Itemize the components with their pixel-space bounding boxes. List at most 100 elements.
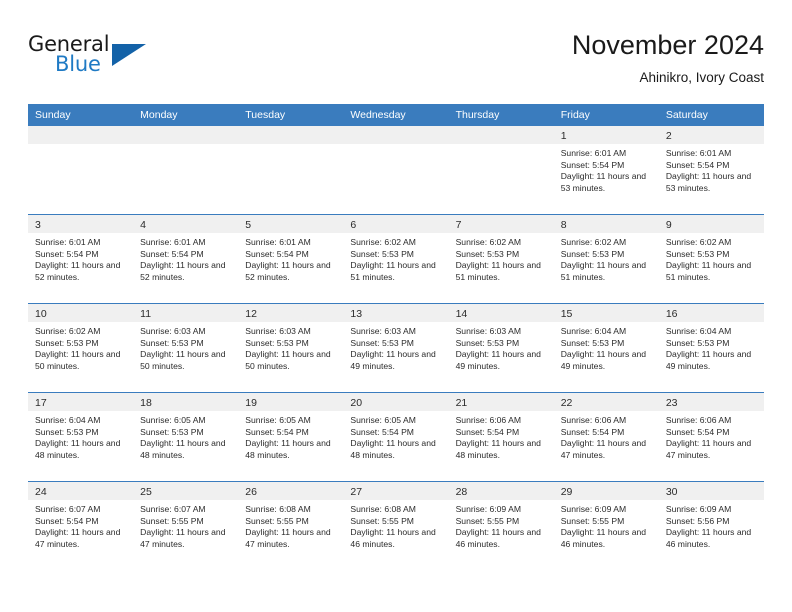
day-number-band: 10: [28, 304, 134, 322]
day-details: Sunrise: 6:05 AM Sunset: 5:54 PM Daylight:…: [343, 411, 448, 461]
general-blue-logo[interactable]: General Blue: [28, 32, 158, 84]
sunrise-text: Sunrise: 6:02 AM: [560, 237, 627, 247]
sunrise-text: Sunrise: 6:04 AM: [35, 415, 101, 425]
daylight-text: Daylight: 11 hours and 51 minutes.: [665, 260, 752, 282]
calendar-day-cell[interactable]: 20 Sunrise: 6:05 AM Sunset: 5:54 PM Dayligh…: [343, 393, 449, 481]
weekday-header-thursday: Thursday: [455, 109, 500, 121]
calendar-day-cell[interactable]: 22 Sunrise: 6:06 AM Sunset: 5:54 PM Dayligh…: [553, 393, 659, 481]
calendar-day-cell[interactable]: 4 Sunrise: 6:01 AM Sunset: 5:54 PM Daylight…: [133, 215, 239, 303]
sunset-text: Sunset: 5:53 PM: [455, 337, 520, 348]
day-number-band: 23: [658, 393, 764, 411]
calendar-day-cell[interactable]: 17 Sunrise: 6:04 AM Sunset: 5:53 PM Dayligh…: [28, 393, 134, 481]
daylight-text: Daylight: 11 hours and 46 minutes.: [350, 527, 436, 549]
calendar-day-cell[interactable]: 8 Sunrise: 6:02 AM Sunset: 5:53 PM Daylight…: [553, 215, 659, 303]
day-number-band: 8: [553, 215, 659, 233]
calendar-day-cell[interactable]: 27 Sunrise: 6:08 AM Sunset: 5:55 PM Dayligh…: [343, 482, 449, 570]
daylight-text: Daylight: 11 hours and 50 minutes.: [35, 349, 121, 371]
day-details: Sunrise: 6:09 AM Sunset: 5:55 PM Daylight:…: [449, 500, 554, 550]
calendar-day-cell[interactable]: 18 Sunrise: 6:05 AM Sunset: 5:53 PM Dayligh…: [133, 393, 239, 481]
sunset-text: Sunset: 5:55 PM: [140, 515, 204, 526]
calendar-day-cell[interactable]: 11 Sunrise: 6:03 AM Sunset: 5:53 PM Dayligh…: [133, 304, 239, 392]
title-block: November 2024 Ahinikro, Ivory Coast: [572, 28, 764, 88]
calendar-day-cell[interactable]: 25 Sunrise: 6:07 AM Sunset: 5:55 PM Dayligh…: [133, 482, 239, 570]
calendar-day-cell[interactable]: 21 Sunrise: 6:06 AM Sunset: 5:54 PM Dayligh…: [448, 393, 554, 481]
daylight-text: Daylight: 11 hours and 47 minutes.: [35, 527, 121, 549]
calendar-day-cell[interactable]: 29 Sunrise: 6:09 AM Sunset: 5:55 PM Dayligh…: [553, 482, 659, 570]
sunset-text: Sunset: 5:56 PM: [665, 515, 730, 526]
day-number-band: 13: [343, 304, 449, 322]
calendar-day-cell[interactable]: 7 Sunrise: 6:02 AM Sunset: 5:53 PM Daylight…: [448, 215, 554, 303]
day-details: Sunrise: 6:02 AM Sunset: 5:53 PM Daylight:…: [28, 322, 133, 372]
daylight-text: Daylight: 11 hours and 47 minutes.: [245, 527, 331, 549]
calendar-day-cell[interactable]: 24 Sunrise: 6:07 AM Sunset: 5:54 PM Dayligh…: [28, 482, 134, 570]
day-number-band: 3: [28, 215, 134, 233]
daylight-text: Daylight: 11 hours and 50 minutes.: [140, 349, 226, 371]
sunrise-text: Sunrise: 6:01 AM: [35, 237, 101, 247]
calendar-grid: Sunday Monday Tuesday Wednesday Thursday Frid…: [28, 104, 764, 570]
day-number: 20: [350, 397, 363, 409]
sunrise-text: Sunrise: 6:04 AM: [665, 326, 732, 336]
day-number-band: 18: [133, 393, 239, 411]
calendar-day-cell[interactable]: 3 Sunrise: 6:01 AM Sunset: 5:54 PM Daylight…: [28, 215, 134, 303]
day-details: Sunrise: 6:04 AM Sunset: 5:53 PM Daylight:…: [28, 411, 133, 461]
daylight-text: Daylight: 11 hours and 50 minutes.: [245, 349, 331, 371]
sunset-text: Sunset: 5:54 PM: [560, 159, 625, 170]
calendar-day-cell[interactable]: 1 Sunrise: 6:01 AM Sunset: 5:54 PM Daylight…: [553, 126, 659, 214]
day-details: Sunrise: 6:04 AM Sunset: 5:53 PM Daylight:…: [554, 322, 659, 372]
daylight-text: Daylight: 11 hours and 48 minutes.: [455, 438, 541, 460]
day-details: Sunrise: 6:06 AM Sunset: 5:54 PM Daylight:…: [449, 411, 554, 461]
sunset-text: Sunset: 5:53 PM: [350, 337, 414, 348]
blue-triangle-icon: [112, 44, 146, 66]
page-header: General Blue November 2024 Ahinikro, Ivo…: [28, 28, 764, 96]
calendar-day-cell[interactable]: 12 Sunrise: 6:03 AM Sunset: 5:53 PM Dayligh…: [238, 304, 344, 392]
calendar-day-cell[interactable]: 10 Sunrise: 6:02 AM Sunset: 5:53 PM Dayligh…: [28, 304, 134, 392]
calendar-day-cell[interactable]: 23 Sunrise: 6:06 AM Sunset: 5:54 PM Dayligh…: [658, 393, 764, 481]
calendar-day-cell[interactable]: 13 Sunrise: 6:03 AM Sunset: 5:53 PM Dayligh…: [343, 304, 449, 392]
day-number: 6: [350, 219, 357, 231]
sunset-text: Sunset: 5:54 PM: [665, 426, 730, 437]
sunset-text: Sunset: 5:55 PM: [560, 515, 625, 526]
sunset-text: Sunset: 5:53 PM: [455, 248, 520, 259]
calendar-day-cell-empty: [133, 126, 239, 214]
day-details: Sunrise: 6:01 AM Sunset: 5:54 PM Daylight:…: [238, 233, 343, 283]
calendar-day-cell[interactable]: 19 Sunrise: 6:05 AM Sunset: 5:54 PM Dayligh…: [238, 393, 344, 481]
day-number: 1: [560, 130, 567, 142]
calendar-day-cell[interactable]: 15 Sunrise: 6:04 AM Sunset: 5:53 PM Dayligh…: [553, 304, 659, 392]
sunrise-text: Sunrise: 6:08 AM: [245, 504, 311, 514]
daylight-text: Daylight: 11 hours and 52 minutes.: [245, 260, 331, 282]
day-number-band: [133, 126, 239, 144]
sunset-text: Sunset: 5:53 PM: [665, 248, 730, 259]
calendar-day-cell[interactable]: 26 Sunrise: 6:08 AM Sunset: 5:55 PM Dayligh…: [238, 482, 344, 570]
day-number-band: 19: [238, 393, 344, 411]
calendar-day-cell[interactable]: 14 Sunrise: 6:03 AM Sunset: 5:53 PM Dayligh…: [448, 304, 554, 392]
day-details: Sunrise: 6:02 AM Sunset: 5:53 PM Daylight:…: [659, 233, 764, 283]
sunset-text: Sunset: 5:54 PM: [35, 248, 99, 259]
sunrise-text: Sunrise: 6:01 AM: [560, 148, 627, 158]
day-number-band: [28, 126, 134, 144]
day-number: 10: [35, 308, 47, 320]
sunrise-text: Sunrise: 6:02 AM: [665, 237, 732, 247]
day-details: Sunrise: 6:03 AM Sunset: 5:53 PM Daylight:…: [133, 322, 238, 372]
brand-name-blue: Blue: [55, 52, 101, 76]
sunrise-text: Sunrise: 6:06 AM: [665, 415, 732, 425]
day-details: Sunrise: 6:07 AM Sunset: 5:54 PM Daylight:…: [28, 500, 133, 550]
day-number: 11: [140, 308, 152, 320]
sunset-text: Sunset: 5:54 PM: [245, 426, 309, 437]
sunrise-text: Sunrise: 6:03 AM: [350, 326, 416, 336]
day-number-band: 9: [658, 215, 764, 233]
calendar-day-cell[interactable]: 9 Sunrise: 6:02 AM Sunset: 5:53 PM Daylight…: [658, 215, 764, 303]
calendar-day-cell[interactable]: 16 Sunrise: 6:04 AM Sunset: 5:53 PM Dayligh…: [658, 304, 764, 392]
calendar-day-cell[interactable]: 6 Sunrise: 6:02 AM Sunset: 5:53 PM Daylight…: [343, 215, 449, 303]
sunrise-text: Sunrise: 6:09 AM: [560, 504, 627, 514]
calendar-day-cell-empty: [343, 126, 449, 214]
sunset-text: Sunset: 5:55 PM: [455, 515, 520, 526]
calendar-day-cell[interactable]: 5 Sunrise: 6:01 AM Sunset: 5:54 PM Daylight…: [238, 215, 344, 303]
calendar-day-cell[interactable]: 30 Sunrise: 6:09 AM Sunset: 5:56 PM Dayligh…: [658, 482, 764, 570]
calendar-day-cell[interactable]: 28 Sunrise: 6:09 AM Sunset: 5:55 PM Dayligh…: [448, 482, 554, 570]
day-number: 13: [350, 308, 363, 320]
day-details: Sunrise: 6:02 AM Sunset: 5:53 PM Daylight:…: [343, 233, 448, 283]
sunrise-text: Sunrise: 6:01 AM: [140, 237, 206, 247]
daylight-text: Daylight: 11 hours and 48 minutes.: [35, 438, 121, 460]
calendar-day-cell[interactable]: 2 Sunrise: 6:01 AM Sunset: 5:54 PM Daylight…: [658, 126, 764, 214]
day-number-band: 7: [448, 215, 554, 233]
